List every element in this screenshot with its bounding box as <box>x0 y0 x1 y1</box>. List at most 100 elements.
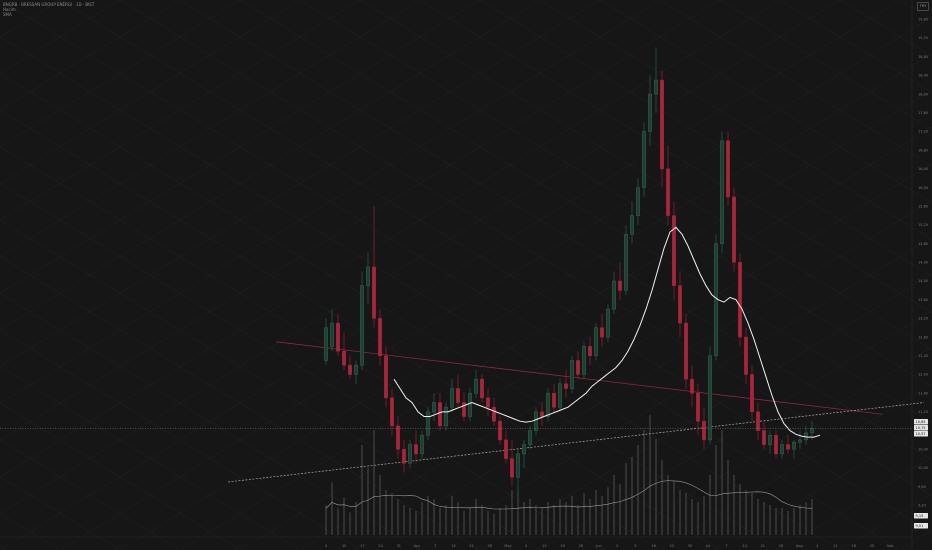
candle-body <box>762 430 766 445</box>
volume-bar <box>475 499 477 535</box>
resistance-trendline <box>275 341 883 415</box>
candle-body <box>510 458 514 478</box>
grid-line <box>539 0 932 240</box>
volume-bar <box>685 493 687 535</box>
currency-unit-button[interactable]: TRY <box>917 2 929 11</box>
price-tag-label: 9,01 <box>916 524 924 528</box>
candle-body <box>432 402 436 413</box>
candle-body <box>360 285 364 366</box>
candle-body <box>504 439 508 459</box>
candle-body <box>372 266 376 319</box>
volume-bar <box>511 490 513 535</box>
volume-bar <box>457 502 459 535</box>
price-tick-label: 16,00 <box>918 186 928 190</box>
time-tick-label: 21 <box>469 544 473 548</box>
time-tick-label: 14 <box>451 544 456 548</box>
time-tick-label: Jun <box>595 544 601 548</box>
volume-bar <box>331 482 333 535</box>
grid-line <box>779 0 932 94</box>
candle-body <box>558 383 562 408</box>
volume-bar <box>481 505 483 535</box>
price-tick-label: 19,20 <box>918 36 928 40</box>
price-chart[interactable]: 19,60 19,20 18,80 18,40 18,00 17,60 17,20 16,80… <box>0 0 932 550</box>
time-tick-label: 7 <box>434 544 436 548</box>
volume-bar <box>535 505 537 535</box>
time-tick-label: 28 <box>488 544 492 548</box>
price-tag-label: 10,57 <box>916 432 926 436</box>
volume-bar <box>487 511 489 535</box>
volume-bar <box>667 475 669 535</box>
grid-line <box>539 310 932 550</box>
volume-bar <box>367 467 369 535</box>
volume-bar <box>673 481 675 535</box>
chart-grid <box>0 0 932 550</box>
candle-body <box>450 388 454 408</box>
candle-body <box>642 131 646 188</box>
volume-bar <box>325 505 327 535</box>
candle-body <box>390 397 394 427</box>
grid-line <box>779 456 932 550</box>
time-tick-label: 24 <box>378 544 383 548</box>
candle-body <box>738 262 742 338</box>
volume-bar <box>397 499 399 535</box>
price-tick-label: 16,40 <box>918 167 928 171</box>
price-tick-label: 19,60 <box>918 18 928 22</box>
candle-body <box>732 196 736 263</box>
price-tick-label: 12,80 <box>918 335 928 339</box>
grid-line <box>179 90 932 550</box>
volume-bar <box>655 439 657 535</box>
price-tick-label: 11,20 <box>918 410 928 414</box>
time-tick-label: 4 <box>816 544 819 548</box>
volume-bar <box>637 445 639 535</box>
grid-line <box>239 126 932 550</box>
volume-bar <box>499 508 501 535</box>
grid-line <box>0 0 721 441</box>
candle-body <box>750 374 754 413</box>
volume-bar <box>697 502 699 535</box>
candle-body <box>336 322 340 352</box>
volume-bar <box>403 505 405 535</box>
volume-bar <box>541 508 543 535</box>
volume-bar <box>781 508 783 535</box>
grid-line <box>0 0 241 147</box>
volume-bar <box>787 511 789 535</box>
grid-line <box>0 0 481 294</box>
candle-body <box>744 336 748 375</box>
volume-bar <box>589 499 591 535</box>
chart-legend: BNGRB · BRESSAN GROUP ENERGI · 1D · BIST… <box>3 2 94 17</box>
time-tick-label: Sep <box>887 544 894 548</box>
candle-body <box>480 378 484 399</box>
price-tick-label: 17,60 <box>918 111 928 115</box>
volume-bar <box>691 499 693 535</box>
sma-line <box>0 226 912 438</box>
candle-body <box>540 411 544 417</box>
grid-line <box>359 0 932 350</box>
candle-body <box>786 444 790 450</box>
volume-bar <box>721 430 723 535</box>
time-tick-label: 2 <box>616 544 618 548</box>
candle-body <box>600 327 604 338</box>
price-tick-label: 12,00 <box>918 373 928 377</box>
sma-indicator-label[interactable]: SMA <box>3 12 94 17</box>
grid-line <box>479 0 932 277</box>
candle-body <box>396 425 400 450</box>
volume-bar <box>523 502 525 535</box>
volume-bar <box>361 445 363 535</box>
volume-ma-line <box>325 480 813 510</box>
candle-body <box>528 430 532 445</box>
candle-body <box>486 397 490 408</box>
volume-bar <box>775 508 777 535</box>
candle-body <box>516 453 520 478</box>
candle-body <box>618 280 622 291</box>
volume-bar <box>373 430 375 535</box>
volume-bar <box>631 457 633 535</box>
candle-body <box>666 168 670 216</box>
grid-line <box>719 420 932 550</box>
grid-line <box>0 329 361 550</box>
price-tick-label: 10,00 <box>918 466 928 470</box>
candle-body <box>630 215 634 235</box>
volume-ma-path <box>325 480 813 510</box>
volume-bar <box>805 502 807 535</box>
time-tick-label: 30 <box>688 544 692 548</box>
candle-body <box>636 187 640 216</box>
